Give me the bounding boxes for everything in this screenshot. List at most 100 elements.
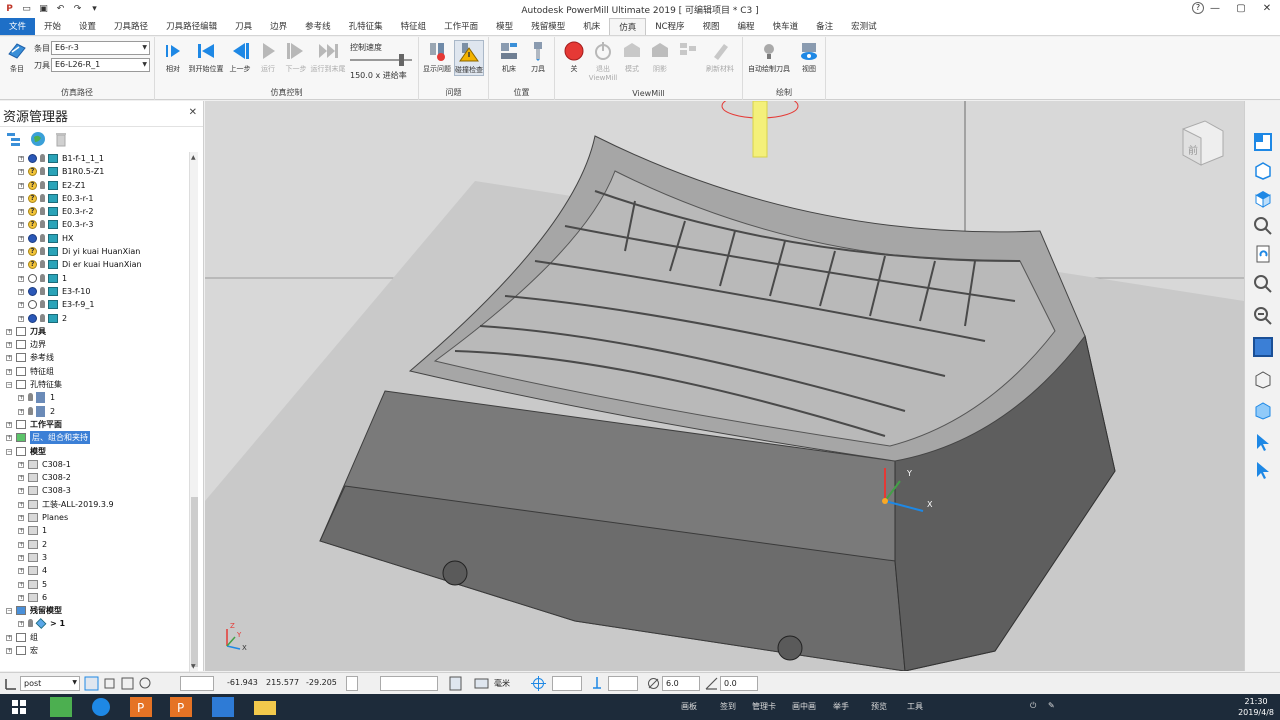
save-icon[interactable]: ▣: [38, 4, 49, 15]
app-icon-green[interactable]: [44, 696, 78, 718]
expand-icon[interactable]: +: [18, 581, 24, 588]
expand-icon[interactable]: +: [18, 541, 24, 548]
tab-machine[interactable]: 机床: [574, 18, 609, 35]
tool-select[interactable]: E6-L26-R_1 ▼: [51, 58, 150, 72]
tree-item[interactable]: +5: [0, 578, 190, 591]
collapse-icon[interactable]: −: [6, 448, 12, 455]
expand-icon[interactable]: +: [18, 501, 24, 508]
relative-button[interactable]: 相对: [158, 40, 188, 74]
tree-item[interactable]: + C308-3: [0, 484, 190, 497]
tree-item[interactable]: + E3-f-10: [0, 285, 190, 298]
undo-icon[interactable]: ↶: [55, 4, 66, 15]
graphics-viewport[interactable]: 前 Y X Z X Y: [205, 101, 1244, 671]
zoom-out-icon[interactable]: [1252, 305, 1274, 327]
grid-snap-icon[interactable]: [120, 676, 135, 691]
lightbulb-icon[interactable]: [40, 167, 45, 176]
tab-view[interactable]: 视图: [694, 18, 729, 35]
scroll-up-icon[interactable]: ▲: [191, 154, 196, 161]
coord-lock-box[interactable]: [346, 676, 358, 691]
tree-item[interactable]: +? E2-Z1: [0, 179, 190, 192]
tab-workplane[interactable]: 工作平面: [435, 18, 487, 35]
minimize-button[interactable]: —: [1202, 0, 1228, 18]
tray-item[interactable]: 工具: [907, 701, 923, 712]
tree-item[interactable]: + HX: [0, 232, 190, 245]
lightbulb-icon[interactable]: [40, 193, 45, 202]
expand-icon[interactable]: +: [18, 275, 24, 282]
coord-input[interactable]: [380, 676, 438, 691]
globe-icon[interactable]: [30, 131, 46, 147]
expand-icon[interactable]: +: [18, 488, 24, 495]
collapse-icon[interactable]: −: [6, 608, 12, 615]
expand-icon[interactable]: +: [18, 395, 24, 402]
shaded-wire-icon[interactable]: [1252, 399, 1274, 421]
expand-icon[interactable]: +: [18, 222, 24, 229]
tab-hole-feature[interactable]: 孔特征集: [340, 18, 392, 35]
shaded-icon[interactable]: [1252, 336, 1274, 358]
snap-icon[interactable]: [102, 676, 117, 691]
scrollbar-thumb[interactable]: [191, 497, 198, 667]
tool-position-button[interactable]: 刀具: [523, 40, 553, 74]
expand-icon[interactable]: +: [18, 408, 24, 415]
lightbulb-icon[interactable]: [40, 273, 45, 282]
go-to-start-button[interactable]: 到开始位置: [188, 40, 224, 74]
tab-pattern[interactable]: 参考线: [296, 18, 340, 35]
shading-button[interactable]: 阴影: [645, 40, 675, 74]
tree-item[interactable]: +? E0.3-r-3: [0, 218, 190, 231]
auto-draw-tool-button[interactable]: 自动绘制刀具: [747, 40, 791, 74]
tray-item[interactable]: 画中画: [792, 701, 816, 712]
tab-toolpath-edit[interactable]: 刀具路径编辑: [157, 18, 226, 35]
entity-select[interactable]: E6-r-3 ▼: [51, 41, 150, 55]
browser-icon[interactable]: [84, 696, 118, 718]
customize-icon[interactable]: ▾: [89, 4, 100, 15]
tool-axis-icon[interactable]: [590, 676, 605, 691]
wireframe-icon[interactable]: [1252, 368, 1274, 390]
tree-item[interactable]: − 残留模型: [0, 604, 190, 617]
lightbulb-icon[interactable]: [40, 286, 45, 295]
clock[interactable]: 21:30 2019/4/8: [1238, 696, 1274, 718]
tree-item[interactable]: + > 1: [0, 617, 190, 630]
zoom-box-icon[interactable]: [1252, 273, 1274, 295]
view-iso-icon[interactable]: [1252, 187, 1274, 209]
tab-toolpaths[interactable]: 刀具路径: [105, 18, 157, 35]
tree-item[interactable]: +? B1R0.5-Z1: [0, 165, 190, 178]
run-button[interactable]: 运行: [253, 40, 283, 74]
expand-icon[interactable]: +: [18, 209, 24, 216]
tree-item[interactable]: +3: [0, 551, 190, 564]
tree-item[interactable]: + 参考线: [0, 351, 190, 364]
powermill-icon-2[interactable]: P: [164, 696, 198, 718]
lightbulb-icon[interactable]: [28, 406, 33, 415]
tab-setup[interactable]: 设置: [70, 18, 105, 35]
tray-item[interactable]: 预览: [871, 701, 887, 712]
expand-icon[interactable]: +: [18, 621, 24, 628]
tray-item[interactable]: 管理卡: [752, 701, 776, 712]
expand-icon[interactable]: +: [6, 634, 12, 641]
tree-item[interactable]: + C308-1: [0, 458, 190, 471]
diameter-input[interactable]: 6.0: [662, 676, 700, 691]
entity-button[interactable]: 条目: [3, 40, 31, 74]
tree-view-icon[interactable]: [6, 131, 22, 147]
pen-icon[interactable]: ✎: [1048, 701, 1055, 710]
tree-item[interactable]: − 孔特征集: [0, 378, 190, 391]
expand-icon[interactable]: +: [18, 475, 24, 482]
tab-macro-test[interactable]: 宏测试: [842, 18, 886, 35]
lightbulb-icon[interactable]: [40, 300, 45, 309]
tab-fast-lane[interactable]: 快车道: [764, 18, 808, 35]
expand-icon[interactable]: +: [6, 421, 12, 428]
tree-item[interactable]: +1: [0, 524, 190, 537]
close-button[interactable]: ✕: [1254, 0, 1280, 18]
expand-icon[interactable]: +: [6, 368, 12, 375]
tree-item[interactable]: + E3-f-9_1: [0, 298, 190, 311]
tree-item[interactable]: +1: [0, 272, 190, 285]
show-issues-button[interactable]: 显示问题: [422, 40, 452, 74]
tree-item[interactable]: + C308-2: [0, 471, 190, 484]
tab-program[interactable]: 编程: [729, 18, 764, 35]
tree-item[interactable]: + 边界: [0, 338, 190, 351]
redo-icon[interactable]: ↷: [72, 4, 83, 15]
power-icon[interactable]: ⏻: [1030, 701, 1036, 711]
select-drag-icon[interactable]: [1252, 459, 1274, 481]
expand-icon[interactable]: +: [18, 235, 24, 242]
coord-mode-box[interactable]: [180, 676, 214, 691]
collapse-icon[interactable]: −: [6, 382, 12, 389]
powermill-icon[interactable]: P: [124, 696, 158, 718]
tree-item[interactable]: +1: [0, 391, 190, 404]
